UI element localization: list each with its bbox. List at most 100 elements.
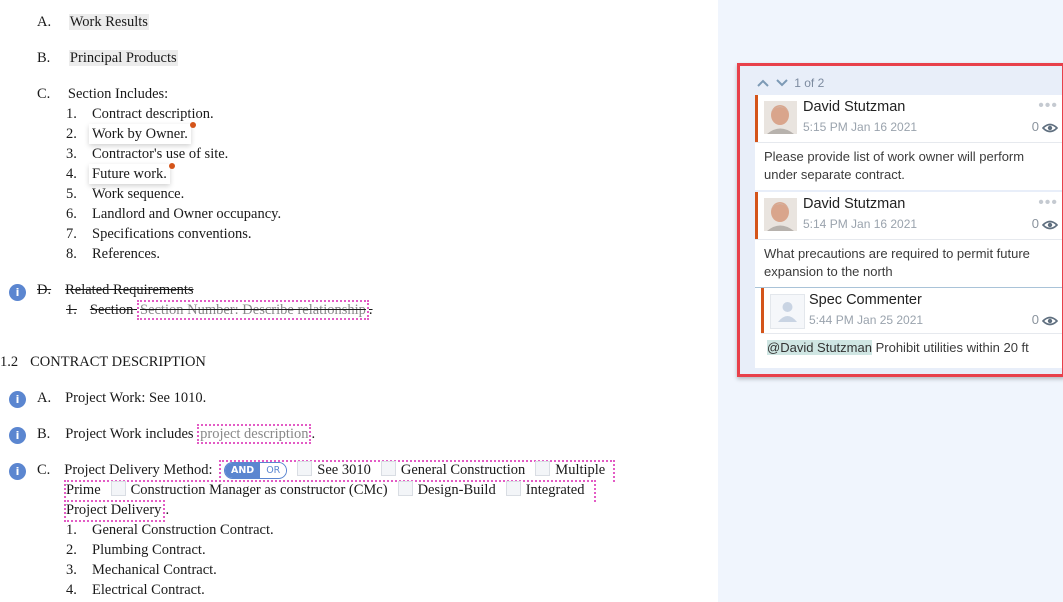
list-item[interactable]: 5. Work sequence.	[66, 184, 184, 204]
option-checkbox[interactable]	[110, 481, 126, 496]
comment-accent-bar	[755, 95, 758, 142]
item-project-delivery-method[interactable]: C. Project Delivery Method:	[37, 460, 212, 480]
list-num: 3.	[66, 146, 77, 162]
section-heading: 1.2 CONTRACT DESCRIPTION	[0, 352, 206, 372]
previous-comment-icon[interactable]	[757, 75, 773, 90]
info-icon[interactable]: i	[9, 391, 26, 408]
choice-row-3: Project Delivery.	[66, 500, 169, 520]
comment-pager: 1 of 2	[757, 75, 824, 90]
item-letter: C.	[37, 86, 51, 102]
eye-icon	[1041, 121, 1059, 136]
avatar	[764, 101, 797, 134]
toggle-and[interactable]: AND	[225, 463, 261, 479]
comment-marker-icon[interactable]	[190, 122, 196, 128]
item-related-requirements[interactable]: D. Related Requirements	[37, 280, 194, 300]
list-num: 3.	[66, 562, 77, 578]
info-icon[interactable]: i	[9, 427, 26, 444]
comment-author: Spec Commenter	[809, 292, 922, 308]
and-or-toggle[interactable]: AND OR	[224, 462, 288, 480]
list-item[interactable]: 1. General Construction Contract.	[66, 520, 274, 540]
view-count: 0	[1031, 119, 1059, 136]
punctuation: .	[165, 502, 170, 518]
list-item[interactable]: 1. Contract description.	[66, 104, 214, 124]
list-num: 8.	[66, 246, 77, 262]
item-letter: A.	[37, 14, 52, 30]
list-item[interactable]: 3. Mechanical Contract.	[66, 560, 217, 580]
option-label: See 3010	[317, 462, 371, 478]
list-text: Mechanical Contract.	[92, 562, 217, 578]
list-item[interactable]: 6. Landlord and Owner occupancy.	[66, 204, 281, 224]
toggle-or[interactable]: OR	[260, 463, 287, 479]
list-text-commented[interactable]: Future work.	[89, 164, 170, 184]
item-project-work[interactable]: A. Project Work: See 1010.	[37, 388, 206, 408]
comment-text: What precautions are required to permit …	[764, 246, 1030, 279]
list-item[interactable]: 3. Contractor's use of site.	[66, 144, 228, 164]
list-item[interactable]: 8. References.	[66, 244, 160, 264]
item-text: Project Delivery Method:	[64, 462, 213, 478]
comment-card[interactable]: David Stutzman 5:15 PM Jan 16 2021 ••• 0…	[755, 95, 1062, 190]
list-text: Contractor's use of site.	[92, 146, 229, 162]
list-text: Plumbing Contract.	[92, 542, 206, 558]
punctuation: .	[368, 302, 373, 318]
item-work-results[interactable]: A. Work Results	[37, 12, 149, 32]
list-text: General Construction Contract.	[92, 522, 274, 538]
list-text: Specifications conventions.	[92, 226, 252, 242]
item-section-includes[interactable]: C. Section Includes:	[37, 84, 168, 104]
view-count-value: 0	[1031, 312, 1039, 327]
comment-author: David Stutzman	[803, 99, 906, 115]
user-mention[interactable]: @David Stutzman	[767, 340, 872, 355]
list-num: 2.	[66, 542, 77, 558]
option-checkbox[interactable]	[297, 461, 313, 476]
eye-icon	[1041, 314, 1059, 329]
item-text: Project Work includes	[65, 426, 194, 442]
list-text: Landlord and Owner occupancy.	[92, 206, 282, 222]
comment-accent-bar	[755, 192, 758, 239]
list-num: 2.	[66, 126, 77, 142]
comment-accent-bar	[761, 288, 764, 333]
comment-timestamp: 5:44 PM Jan 25 2021	[809, 313, 924, 327]
list-item[interactable]: 4. Electrical Contract.	[66, 580, 205, 600]
item-text: Section Includes:	[67, 86, 169, 102]
placeholder-field[interactable]: project description	[197, 424, 312, 444]
list-text: Electrical Contract.	[92, 582, 205, 598]
choice-row-2: Prime Construction Manager as constructor…	[66, 480, 584, 500]
more-options-icon[interactable]: •••	[1038, 195, 1058, 211]
view-count-value: 0	[1031, 119, 1039, 134]
placeholder-field[interactable]: Section Number: Describe relationship	[137, 300, 369, 320]
list-item[interactable]: 7. Specifications conventions.	[66, 224, 251, 244]
option-label-integrated: Integrated	[525, 482, 585, 498]
eye-icon	[1041, 218, 1059, 233]
info-icon[interactable]: i	[9, 284, 26, 301]
comment-text: Please provide list of work owner will p…	[764, 149, 1025, 182]
related-sub-item[interactable]: 1. Section Section Number: Describe relat…	[66, 300, 373, 320]
item-letter: B.	[37, 50, 51, 66]
list-num: 1.	[66, 302, 77, 318]
list-item[interactable]: 4. Future work.	[66, 164, 170, 184]
list-text: Work sequence.	[92, 186, 185, 202]
comment-thread-panel: 1 of 2 David Stutzman 5:15 PM Jan 16 202…	[737, 63, 1063, 377]
option-checkbox[interactable]	[380, 461, 396, 476]
option-label: General Construction	[400, 462, 526, 478]
item-text: Work Results	[68, 14, 149, 30]
option-checkbox[interactable]	[535, 461, 551, 476]
list-num: 6.	[66, 206, 77, 222]
option-checkbox[interactable]	[505, 481, 521, 496]
more-options-icon[interactable]: •••	[1038, 98, 1058, 114]
item-principal-products[interactable]: B. Principal Products	[37, 48, 178, 68]
item-project-work-includes[interactable]: B. Project Work includes project descript…	[37, 424, 315, 444]
list-num: 7.	[66, 226, 77, 242]
list-text: Contract description.	[92, 106, 214, 122]
info-icon[interactable]: i	[9, 463, 26, 480]
list-item[interactable]: 2. Work by Owner.	[66, 124, 191, 144]
comment-timestamp: 5:15 PM Jan 16 2021	[803, 120, 918, 134]
comment-card[interactable]: David Stutzman 5:14 PM Jan 16 2021 ••• 0…	[755, 192, 1062, 289]
comment-marker-icon[interactable]	[169, 163, 175, 169]
list-item[interactable]: 2. Plumbing Contract.	[66, 540, 206, 560]
list-text-commented[interactable]: Work by Owner.	[89, 124, 191, 144]
reply-card[interactable]: Spec Commenter 5:44 PM Jan 25 2021 0 @Da…	[755, 288, 1062, 368]
view-count: 0	[1032, 216, 1059, 233]
list-num: 1.	[66, 522, 77, 538]
option-label: Design-Build	[417, 482, 496, 498]
option-checkbox[interactable]	[397, 481, 413, 496]
next-comment-icon[interactable]	[775, 75, 792, 90]
